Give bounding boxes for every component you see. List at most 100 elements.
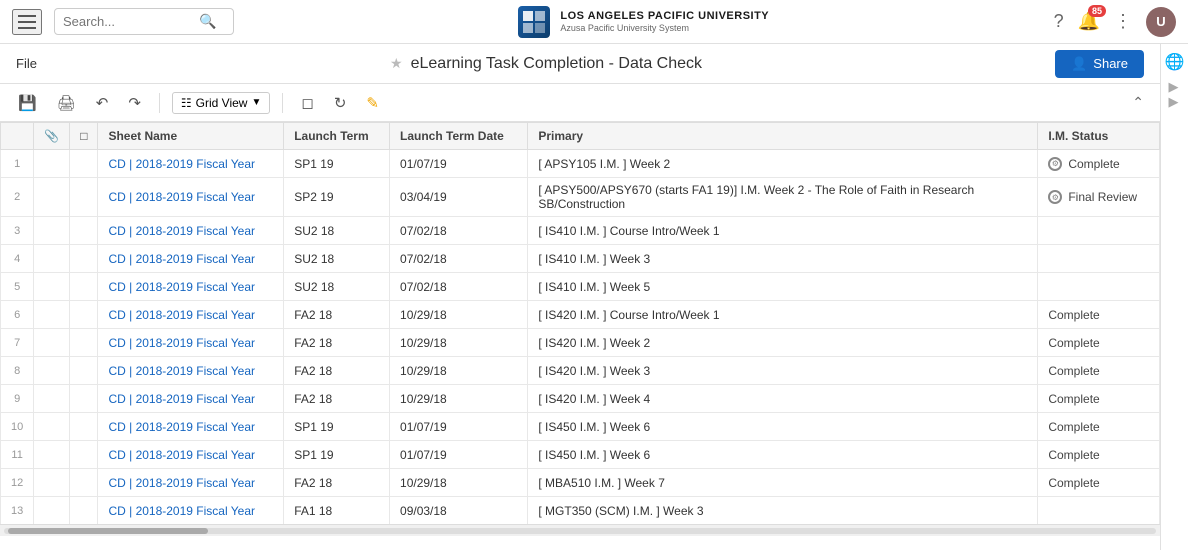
cell-sheet-name-7: CD | 2018-2019 Fiscal Year xyxy=(98,329,284,357)
row-checkbox-4[interactable] xyxy=(34,245,70,273)
sheet-link-12[interactable]: CD | 2018-2019 Fiscal Year xyxy=(108,476,255,490)
row-number-3: 3 xyxy=(1,217,34,245)
row-checkbox-10[interactable] xyxy=(34,413,70,441)
sheet-link-1[interactable]: CD | 2018-2019 Fiscal Year xyxy=(108,157,255,171)
grid-view-button[interactable]: ☷ Grid View ▼ xyxy=(172,92,270,114)
sheet-link-7[interactable]: CD | 2018-2019 Fiscal Year xyxy=(108,336,255,350)
collapse-toolbar-button[interactable]: ⌃ xyxy=(1128,90,1148,115)
cell-im-status-4 xyxy=(1038,245,1160,273)
col-primary[interactable]: Primary xyxy=(528,123,1038,150)
sheet-link-3[interactable]: CD | 2018-2019 Fiscal Year xyxy=(108,224,255,238)
help-icon[interactable]: ? xyxy=(1054,11,1064,32)
row-number-10: 10 xyxy=(1,413,34,441)
im-status-text-12: Complete xyxy=(1048,476,1099,490)
filter-button[interactable]: ◻ xyxy=(295,90,319,116)
cell-primary-13: [ MGT350 (SCM) I.M. ] Week 3 xyxy=(528,497,1038,525)
col-im-status[interactable]: I.M. Status xyxy=(1038,123,1160,150)
star-icon[interactable]: ★ xyxy=(390,55,403,72)
undo-icon: ↶ xyxy=(96,94,109,112)
cell-im-status-1: ⚙Complete xyxy=(1038,150,1160,178)
cell-im-status-7: Complete xyxy=(1038,329,1160,357)
im-status-with-icon-2: ⚙Final Review xyxy=(1048,190,1149,204)
row-checkbox-7[interactable] xyxy=(34,329,70,357)
cell-launch-term-5: SU2 18 xyxy=(284,273,390,301)
row-icon-10[interactable] xyxy=(70,413,98,441)
col-sheet-name[interactable]: Sheet Name xyxy=(98,123,284,150)
user-avatar[interactable]: U xyxy=(1146,7,1176,37)
scrollbar-thumb[interactable] xyxy=(8,528,208,534)
toolbar: 💾 🖨 ↶ ↷ ☷ Grid View ▼ ◻ ↻ xyxy=(0,84,1160,122)
cell-launch-term-12: FA2 18 xyxy=(284,469,390,497)
cell-im-status-11: Complete xyxy=(1038,441,1160,469)
apps-grid-icon[interactable]: ⋮ xyxy=(1114,11,1132,32)
cell-launch-term-6: FA2 18 xyxy=(284,301,390,329)
share-button[interactable]: 👤 Share xyxy=(1055,50,1144,78)
row-checkbox-11[interactable] xyxy=(34,441,70,469)
save-icon: 💾 xyxy=(18,94,37,112)
table-row: 2 CD | 2018-2019 Fiscal Year SP2 19 03/0… xyxy=(1,178,1160,217)
filter-icon: ◻ xyxy=(301,94,313,112)
sheet-link-6[interactable]: CD | 2018-2019 Fiscal Year xyxy=(108,308,255,322)
row-checkbox-8[interactable] xyxy=(34,357,70,385)
table-row: 5 CD | 2018-2019 Fiscal Year SU2 18 07/0… xyxy=(1,273,1160,301)
cell-launch-term-10: SP1 19 xyxy=(284,413,390,441)
hamburger-menu-button[interactable] xyxy=(12,9,42,35)
row-icon-5[interactable] xyxy=(70,273,98,301)
sheet-link-5[interactable]: CD | 2018-2019 Fiscal Year xyxy=(108,280,255,294)
row-checkbox-9[interactable] xyxy=(34,385,70,413)
sheet-link-10[interactable]: CD | 2018-2019 Fiscal Year xyxy=(108,420,255,434)
top-navigation: 🔍 LOS ANGELES PACIFIC UNIVERSITY Azusa P… xyxy=(0,0,1188,44)
cell-primary-7: [ IS420 I.M. ] Week 2 xyxy=(528,329,1038,357)
cell-primary-9: [ IS420 I.M. ] Week 4 xyxy=(528,385,1038,413)
im-status-text-7: Complete xyxy=(1048,336,1099,350)
search-input[interactable] xyxy=(63,14,193,29)
globe-icon[interactable]: 🌐 xyxy=(1165,52,1185,72)
row-checkbox-13[interactable] xyxy=(34,497,70,525)
row-number-8: 8 xyxy=(1,357,34,385)
row-icon-2[interactable] xyxy=(70,178,98,217)
sheet-link-2[interactable]: CD | 2018-2019 Fiscal Year xyxy=(108,190,255,204)
im-status-text-8: Complete xyxy=(1048,364,1099,378)
share-icon: 👤 xyxy=(1071,56,1087,72)
row-icon-12[interactable] xyxy=(70,469,98,497)
col-launch-term[interactable]: Launch Term xyxy=(284,123,390,150)
row-checkbox-1[interactable] xyxy=(34,150,70,178)
sidebar-icon-2[interactable]: ▶▶ xyxy=(1167,80,1182,110)
row-icon-4[interactable] xyxy=(70,245,98,273)
row-icon-8[interactable] xyxy=(70,357,98,385)
sheet-link-13[interactable]: CD | 2018-2019 Fiscal Year xyxy=(108,504,255,518)
save-button[interactable]: 💾 xyxy=(12,90,43,116)
sheet-link-8[interactable]: CD | 2018-2019 Fiscal Year xyxy=(108,364,255,378)
cell-launch-term-7: FA2 18 xyxy=(284,329,390,357)
refresh-button[interactable]: ↻ xyxy=(328,90,353,116)
horizontal-scrollbar[interactable] xyxy=(0,524,1160,536)
notification-wrapper: 🔔 85 xyxy=(1078,11,1100,32)
print-button[interactable]: 🖨 xyxy=(51,90,82,116)
cell-primary-12: [ MBA510 I.M. ] Week 7 xyxy=(528,469,1038,497)
row-checkbox-5[interactable] xyxy=(34,273,70,301)
edit-button[interactable]: ✎ xyxy=(360,90,385,116)
row-checkbox-2[interactable] xyxy=(34,178,70,217)
row-icon-1[interactable] xyxy=(70,150,98,178)
im-status-with-icon-1: ⚙Complete xyxy=(1048,157,1149,171)
row-icon-13[interactable] xyxy=(70,497,98,525)
file-menu-label[interactable]: File xyxy=(16,56,37,71)
cell-sheet-name-12: CD | 2018-2019 Fiscal Year xyxy=(98,469,284,497)
sheet-link-9[interactable]: CD | 2018-2019 Fiscal Year xyxy=(108,392,255,406)
row-icon-9[interactable] xyxy=(70,385,98,413)
row-checkbox-12[interactable] xyxy=(34,469,70,497)
row-checkbox-3[interactable] xyxy=(34,217,70,245)
redo-button[interactable]: ↷ xyxy=(122,90,147,116)
row-icon-6[interactable] xyxy=(70,301,98,329)
row-icon-7[interactable] xyxy=(70,329,98,357)
refresh-icon: ↻ xyxy=(334,94,347,112)
cell-sheet-name-4: CD | 2018-2019 Fiscal Year xyxy=(98,245,284,273)
sheet-link-4[interactable]: CD | 2018-2019 Fiscal Year xyxy=(108,252,255,266)
col-launch-term-date[interactable]: Launch Term Date xyxy=(390,123,528,150)
chevron-up-icon: ⌃ xyxy=(1132,94,1144,110)
sheet-link-11[interactable]: CD | 2018-2019 Fiscal Year xyxy=(108,448,255,462)
row-icon-3[interactable] xyxy=(70,217,98,245)
row-icon-11[interactable] xyxy=(70,441,98,469)
undo-button[interactable]: ↶ xyxy=(90,90,115,116)
row-checkbox-6[interactable] xyxy=(34,301,70,329)
